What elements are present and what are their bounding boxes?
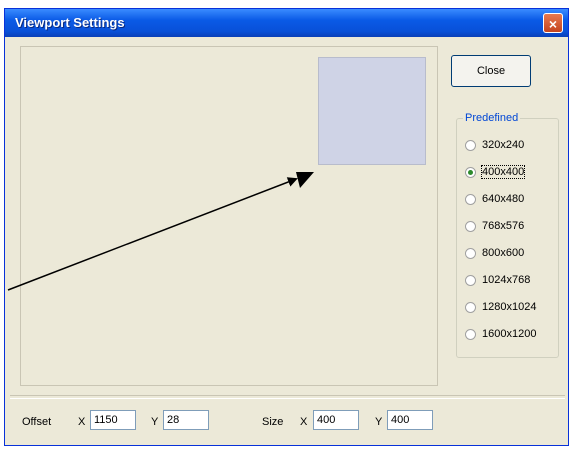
annotation-arrow xyxy=(7,172,314,291)
